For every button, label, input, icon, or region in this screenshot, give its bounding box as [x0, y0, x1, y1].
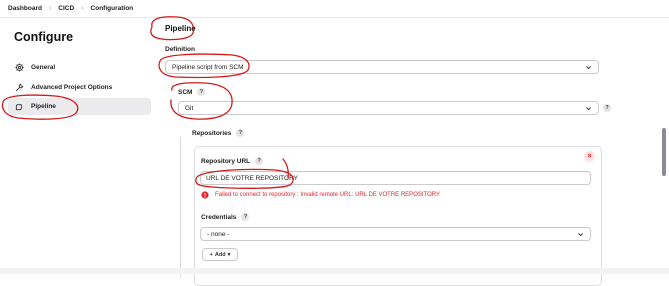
help-icon[interactable]: ? [603, 104, 611, 112]
chevron-down-icon [586, 66, 591, 70]
chevron-down-icon [586, 107, 591, 111]
breadcrumb-cicd[interactable]: CICD [58, 5, 74, 12]
credentials-label-text: Credentials [201, 213, 237, 221]
section-title: Pipeline [165, 24, 196, 33]
caret-down-icon: ▾ [227, 251, 231, 258]
section-indent-line [180, 137, 181, 277]
breadcrumb-configuration[interactable]: Configuration [91, 5, 134, 12]
scm-label-text: SCM [178, 88, 193, 96]
chevron-down-icon [578, 233, 583, 237]
help-icon[interactable]: ? [197, 88, 206, 96]
definition-value: Pipeline script from SCM [172, 63, 244, 71]
add-icon: + [209, 251, 213, 258]
wrench-icon [14, 83, 24, 93]
definition-label-text: Definition [165, 46, 195, 53]
error-message: Failed to connect to repository : Invali… [201, 191, 440, 199]
add-credentials-button[interactable]: + Add ▾ [202, 248, 238, 261]
definition-select[interactable]: Pipeline script from SCM [165, 60, 599, 74]
credentials-value: - none - [207, 230, 230, 238]
sidebar-item-pipeline[interactable]: Pipeline [8, 98, 151, 115]
breadcrumb-separator-icon: › [81, 5, 84, 12]
scm-select[interactable]: Git [178, 101, 599, 115]
repository-url-input[interactable]: URL DE VOTRE REPOSITORY [200, 171, 591, 185]
repository-url-label-text: Repository URL [201, 157, 251, 165]
repository-url-value: URL DE VOTRE REPOSITORY [206, 174, 298, 182]
breadcrumb: Dashboard › CICD › Configuration [0, 0, 669, 18]
breadcrumb-separator-icon: › [48, 5, 52, 12]
error-icon [201, 191, 209, 199]
definition-label: Definition [165, 46, 195, 53]
breadcrumb-dashboard[interactable]: Dashboard [8, 5, 42, 12]
add-button-label: Add [214, 251, 226, 258]
repositories-label: Repositories ? [192, 129, 245, 137]
help-icon[interactable]: ? [255, 157, 264, 165]
help-icon[interactable]: ? [236, 129, 245, 137]
sidebar-item-advanced-project-options[interactable]: Advanced Project Options [8, 79, 151, 96]
bottom-strip [0, 268, 669, 274]
credentials-label: Credentials ? [201, 213, 250, 221]
error-text: Failed to connect to repository : Invali… [215, 192, 440, 198]
credentials-select[interactable]: - none - [200, 227, 591, 241]
sidebar-item-label: Advanced Project Options [31, 84, 113, 91]
repositories-label-text: Repositories [192, 129, 232, 137]
repository-card [194, 146, 602, 286]
repository-url-label: Repository URL ? [201, 157, 264, 165]
sidebar-title: Configure [14, 30, 74, 44]
sidebar-item-label: Pipeline [31, 103, 56, 110]
pipeline-icon [14, 102, 24, 112]
close-icon[interactable]: × [584, 151, 595, 162]
sidebar-item-label: General [31, 64, 56, 71]
scm-value: Git [185, 104, 194, 112]
scm-label: SCM ? [178, 88, 206, 96]
sidebar-item-general[interactable]: General [8, 59, 151, 76]
gear-icon [14, 63, 24, 73]
scrollbar-thumb[interactable] [662, 128, 666, 176]
help-icon[interactable]: ? [241, 213, 250, 221]
